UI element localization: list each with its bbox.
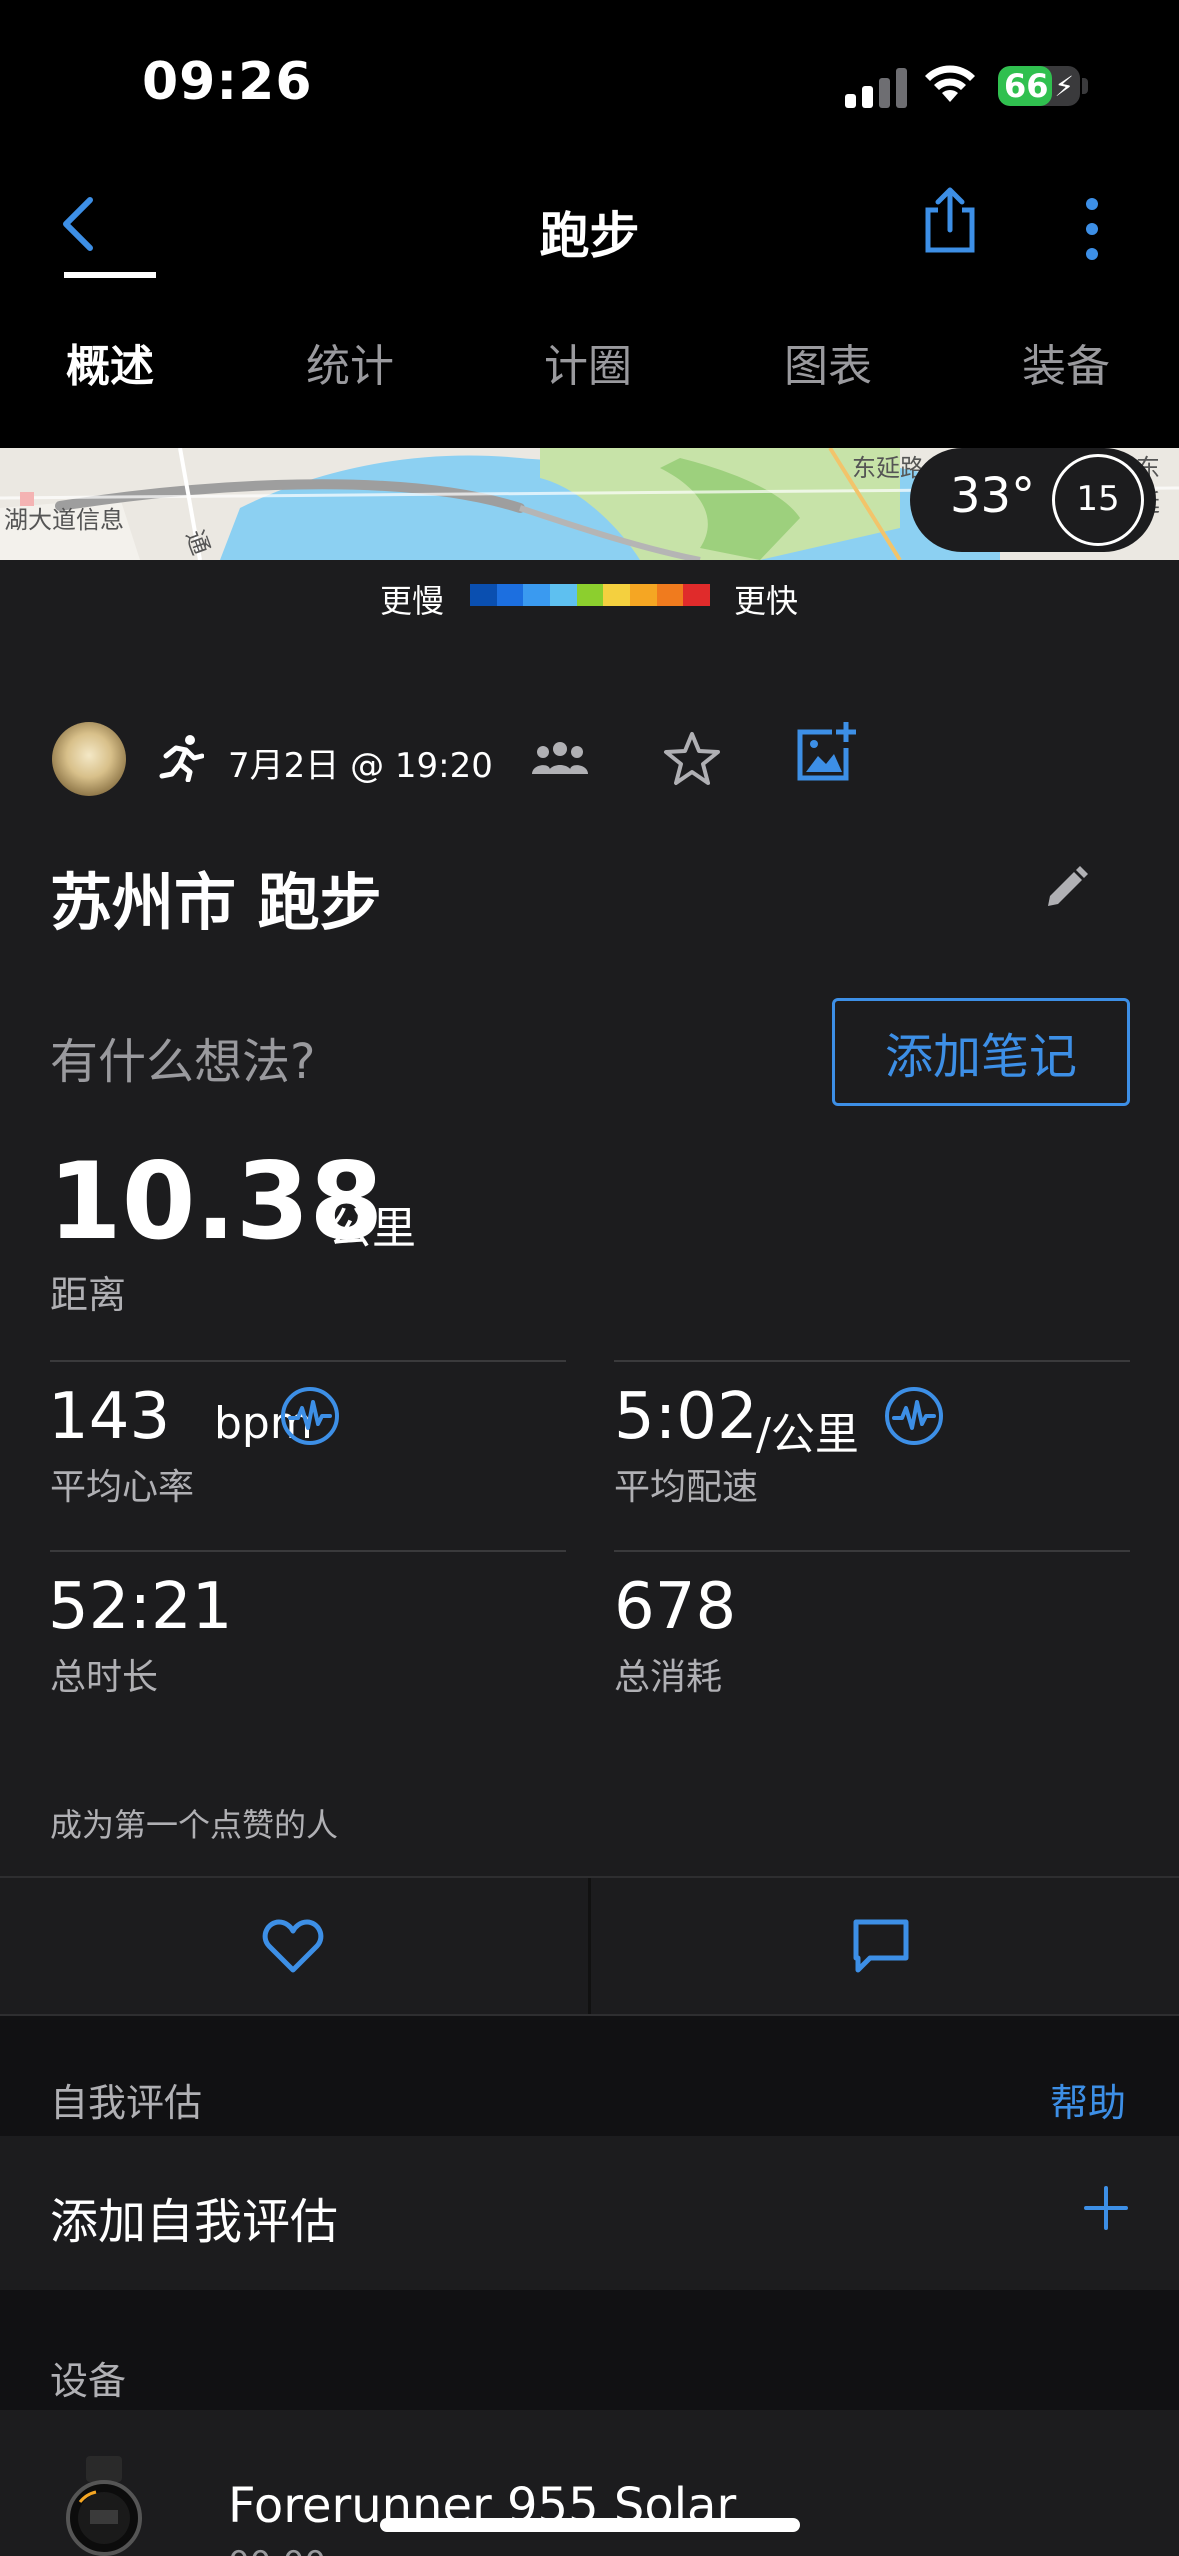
map-label: 湖大道信息 (4, 506, 124, 534)
active-tab-indicator (64, 272, 156, 278)
heart-rate-label: 平均心率 (50, 1467, 195, 1508)
tab-bar: 概述 统计 计圈 图表 装备 (0, 330, 1179, 460)
comment-icon[interactable] (852, 1918, 910, 1974)
battery-icon: 66 ⚡ (998, 66, 1080, 106)
pace-color-swatch (656, 584, 684, 606)
pace-color-swatch (470, 584, 497, 606)
legend-slower-label: 更慢 (380, 582, 445, 620)
cellular-signal-icon (845, 68, 907, 108)
map-label: 东延路 (852, 454, 924, 482)
divider (614, 1360, 1130, 1362)
device-subtitle: 00:00 (228, 2544, 326, 2556)
group-icon[interactable] (530, 740, 590, 776)
weather-badge: 33° 15 (910, 448, 1156, 552)
calories-label: 总消耗 (614, 1657, 723, 1698)
pace-zone-icon[interactable] (884, 1386, 944, 1446)
charging-bolt-icon: ⚡ (1054, 70, 1074, 103)
divider (50, 1550, 566, 1552)
action-divider (588, 1878, 591, 2014)
wind-speed: 15 (1076, 479, 1120, 519)
activity-meta-row: 7月2日 @ 19:20 (0, 720, 1179, 800)
pace-color-swatch (550, 584, 577, 606)
status-time: 09:26 (142, 52, 313, 112)
more-menu-icon[interactable] (1086, 198, 1102, 273)
add-photo-icon[interactable] (796, 722, 858, 784)
watch-image (66, 2456, 142, 2556)
like-heart-icon[interactable] (262, 1918, 324, 1974)
duration-label: 总时长 (50, 1657, 159, 1698)
add-self-assessment-row[interactable]: 添加自我评估 (0, 2136, 1179, 2290)
plus-icon[interactable] (1084, 2186, 1128, 2230)
heart-rate-zone-icon[interactable] (280, 1386, 340, 1446)
battery-percent: 66 (1004, 67, 1049, 105)
pace-value: 5:02 (614, 1380, 758, 1454)
duration-value: 52:21 (48, 1570, 233, 1644)
activity-date: 7月2日 @ 19:20 (228, 746, 493, 786)
pace-color-swatch (683, 584, 711, 606)
battery-tip (1082, 78, 1088, 94)
pace-unit: /公里 (756, 1409, 859, 1460)
activity-title: 苏州市 跑步 (50, 866, 382, 939)
pace-color-swatch (630, 584, 657, 606)
calories-value: 678 (614, 1570, 737, 1644)
heart-rate-value: 143 (48, 1380, 171, 1454)
running-icon (159, 735, 204, 782)
pace-label: 平均配速 (614, 1467, 759, 1508)
note-prompt[interactable]: 有什么想法? (50, 1022, 315, 1092)
pace-color-swatch (496, 584, 524, 606)
device-header (0, 2290, 1179, 2410)
social-actions (0, 1876, 1179, 2016)
share-icon[interactable] (920, 184, 980, 256)
add-note-button[interactable]: 添加笔记 (832, 998, 1130, 1106)
likes-text: 成为第一个点赞的人 (50, 1806, 339, 1844)
tab-stats[interactable]: 统计 (306, 330, 394, 394)
device-section-title: 设备 (50, 2359, 127, 2403)
pace-color-swatch (603, 584, 631, 606)
distance-label: 距离 (50, 1273, 127, 1317)
pace-color-swatch (523, 584, 551, 606)
tab-charts[interactable]: 图表 (784, 330, 872, 394)
favorite-star-icon[interactable] (662, 730, 722, 788)
tab-overview[interactable]: 概述 (66, 330, 154, 394)
device-row[interactable]: Forerunner 955 Solar 00:00 (0, 2410, 1179, 2556)
legend-faster-label: 更快 (734, 582, 799, 620)
pace-legend: 更慢 更快 (0, 560, 1179, 630)
divider (614, 1550, 1130, 1552)
tab-gear[interactable]: 装备 (1022, 330, 1110, 394)
add-self-assessment-label: 添加自我评估 (50, 2194, 339, 2250)
help-link[interactable]: 帮助 (1050, 2072, 1126, 2127)
pace-color-swatch (576, 584, 604, 606)
wifi-icon (925, 65, 975, 102)
wind-speed-dial: 15 (1052, 454, 1144, 546)
page-title: 跑步 (539, 207, 640, 265)
divider (50, 1360, 566, 1362)
weather-temperature: 33° (950, 468, 1036, 524)
tab-laps[interactable]: 计圈 (544, 330, 632, 394)
pace-color-scale (470, 584, 711, 606)
avatar[interactable] (52, 722, 126, 796)
distance-unit: 公里 (328, 1203, 416, 1254)
self-assessment-title: 自我评估 (50, 2081, 203, 2125)
edit-pencil-icon[interactable] (1042, 866, 1088, 912)
status-bar: 09:26 66 ⚡ (0, 0, 1179, 170)
home-indicator[interactable] (380, 2518, 800, 2532)
nav-bar: 跑步 概述 统计 计圈 图表 装备 (0, 170, 1179, 460)
